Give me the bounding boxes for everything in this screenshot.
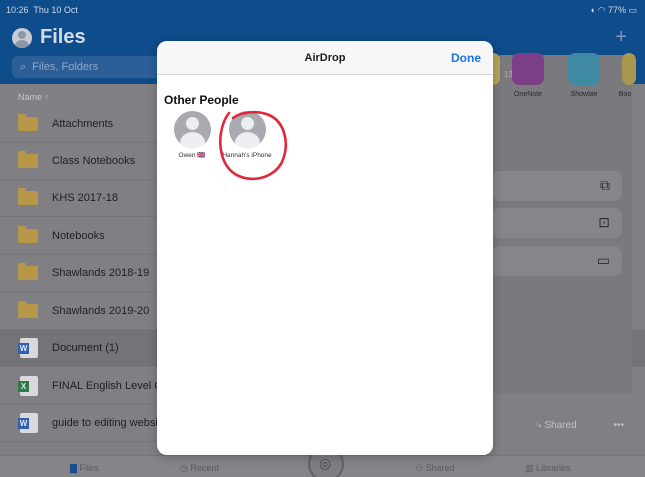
excel-file-icon: X (18, 376, 38, 396)
word-file-icon: W (18, 338, 38, 358)
list-item-label: Shawlands 2018-19 (52, 267, 150, 279)
list-item-label: Notebooks (52, 230, 105, 242)
list-item-label: Document (1) (52, 342, 119, 354)
list-item[interactable]: Shawlands 2019-20 (0, 293, 160, 330)
search-input[interactable]: ⌕ Files, Folders (12, 56, 162, 78)
add-icon[interactable]: + (615, 26, 627, 49)
tab-shared[interactable]: ⚇ Shared (415, 463, 455, 474)
shared-status: ⤷ Shared ••• (492, 412, 632, 438)
list-item[interactable]: Notebooks (0, 218, 160, 255)
list-item-label: guide to editing websit (52, 417, 161, 429)
outlook-action-row[interactable]: ⊡ (492, 208, 622, 238)
folder-icon (18, 226, 38, 243)
status-battery: ◖ ◠ 77% ▭ (589, 5, 637, 15)
tab-files[interactable]: ▇ Files (70, 463, 98, 474)
list-item[interactable]: Class Notebooks (0, 143, 160, 180)
app-label-onenote: OneNote (513, 91, 543, 98)
onenote-icon[interactable] (512, 53, 544, 85)
list-item-label: Attachments (52, 118, 114, 130)
list-item-label: KHS 2017-18 (52, 192, 119, 204)
red-annotation-circle (219, 110, 287, 181)
app-label-books: Boo (618, 91, 632, 98)
list-item-label: Class Notebooks (52, 155, 136, 167)
more-icon[interactable]: ••• (613, 420, 624, 431)
folder-icon (18, 301, 38, 318)
airdrop-sheet: AirDrop Done Other People Owen 🇬🇧 Hannah… (157, 41, 493, 455)
folder-icon (18, 188, 38, 205)
outlook-icon: ⊡ (598, 214, 610, 230)
app-label-showbie: Showbie (570, 91, 598, 98)
done-button[interactable]: Done (451, 51, 481, 65)
copy-action-row[interactable]: ⧉ (492, 171, 622, 201)
search-icon: ⌕ (20, 61, 27, 73)
status-bar: 10:26 Thu 10 Oct ◖ ◠ 77% ▭ (0, 0, 645, 20)
person-name: Owen 🇬🇧 (178, 152, 206, 159)
folder-icon (18, 151, 38, 168)
folder-icon (18, 263, 38, 280)
list-item[interactable]: X FINAL English Level Cl (0, 368, 165, 405)
search-placeholder: Files, Folders (32, 61, 99, 73)
list-item-label: FINAL English Level Cl (52, 380, 165, 392)
list-item[interactable]: Attachments (0, 106, 160, 143)
list-item[interactable]: KHS 2017-18 (0, 180, 160, 217)
account-avatar[interactable] (12, 28, 32, 48)
sort-label[interactable]: Name ↑ (18, 92, 49, 102)
shared-label: ⤷ Shared (536, 420, 577, 431)
word-file-icon: W (18, 413, 38, 433)
airdrop-person-owen[interactable]: Owen 🇬🇧 (167, 111, 217, 160)
tab-recent[interactable]: ◷ Recent (180, 463, 219, 474)
camera-icon: ◎ (319, 455, 332, 471)
tab-libraries[interactable]: ▥ Libraries (525, 463, 571, 474)
status-time: 10:26 Thu 10 Oct (6, 5, 78, 15)
folder-icon: ▭ (596, 252, 610, 268)
page-title: Files (40, 26, 86, 48)
copy-icon: ⧉ (600, 177, 610, 193)
showbie-icon[interactable] (568, 53, 600, 85)
save-to-files-row[interactable]: ▭ (492, 246, 622, 276)
airdrop-header: AirDrop Done (157, 41, 493, 75)
list-item-label: Shawlands 2019-20 (52, 305, 150, 317)
airdrop-title: AirDrop (304, 52, 346, 64)
list-item[interactable]: Shawlands 2018-19 (0, 255, 160, 292)
other-people-heading: Other People (164, 93, 239, 107)
folder-icon (18, 114, 38, 131)
books-icon[interactable] (622, 53, 636, 85)
list-item[interactable]: W guide to editing websit (0, 405, 161, 442)
person-avatar (173, 111, 211, 148)
